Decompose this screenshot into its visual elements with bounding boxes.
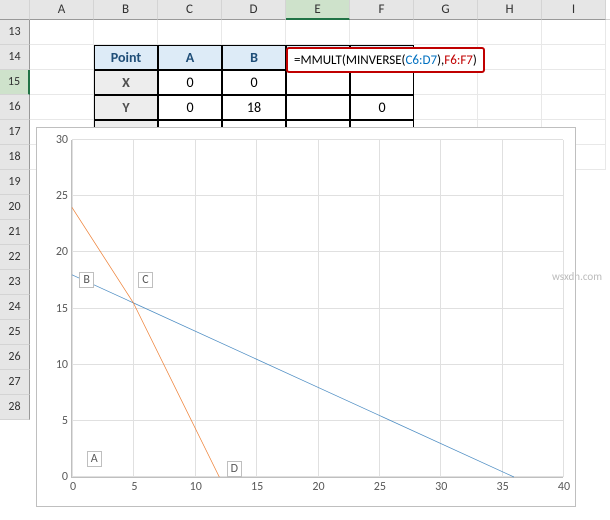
table-cell[interactable]: 0 bbox=[350, 95, 414, 120]
x-tick: 5 bbox=[131, 477, 137, 494]
x-tick: 10 bbox=[190, 477, 202, 494]
col-header-a[interactable]: A bbox=[30, 0, 94, 20]
col-header-e[interactable]: E bbox=[286, 0, 350, 20]
y-tick: 25 bbox=[44, 189, 72, 203]
active-cell[interactable] bbox=[286, 70, 350, 95]
row-header[interactable]: 15 bbox=[0, 70, 30, 95]
y-tick: 10 bbox=[44, 358, 72, 372]
y-tick: 15 bbox=[44, 302, 72, 316]
table-cell[interactable]: 0 bbox=[158, 70, 222, 95]
spreadsheet: A B C D E F G H I 13 14 15 16 17 18 19 2… bbox=[0, 0, 610, 520]
table-cell[interactable]: 18 bbox=[222, 95, 286, 120]
cell[interactable] bbox=[478, 20, 542, 45]
row-header[interactable]: 27 bbox=[0, 370, 30, 395]
x-tick: 0 bbox=[70, 477, 76, 494]
column-headers: A B C D E F G H I bbox=[0, 0, 610, 20]
row-header[interactable]: 16 bbox=[0, 95, 30, 120]
chart-lines bbox=[72, 140, 563, 477]
table-cell[interactable]: 0 bbox=[158, 95, 222, 120]
row-header[interactable]: 24 bbox=[0, 295, 30, 320]
y-tick: 0 bbox=[44, 470, 72, 484]
point-label-d: D bbox=[227, 461, 242, 477]
cell[interactable] bbox=[30, 20, 94, 45]
plot-area: 0 5 10 15 20 25 30 0 5 10 15 20 25 30 35… bbox=[71, 140, 563, 478]
point-label-c: C bbox=[138, 272, 152, 288]
row-header[interactable]: 19 bbox=[0, 170, 30, 195]
row-header[interactable]: 17 bbox=[0, 120, 30, 145]
y-tick: 30 bbox=[44, 133, 72, 147]
col-header-b[interactable]: B bbox=[94, 0, 158, 20]
col-header-g[interactable]: G bbox=[414, 0, 478, 20]
table-header-point[interactable]: Point bbox=[94, 45, 158, 70]
row-header[interactable]: 18 bbox=[0, 145, 30, 170]
x-tick: 25 bbox=[374, 477, 386, 494]
cell[interactable] bbox=[542, 20, 606, 45]
chart[interactable]: 0 5 10 15 20 25 30 0 5 10 15 20 25 30 35… bbox=[36, 127, 576, 507]
row-header[interactable]: 25 bbox=[0, 320, 30, 345]
table-row-label[interactable]: Y bbox=[94, 95, 158, 120]
x-tick: 30 bbox=[435, 477, 447, 494]
cell[interactable] bbox=[350, 20, 414, 45]
row-header[interactable]: 13 bbox=[0, 20, 30, 45]
cell[interactable] bbox=[286, 20, 350, 45]
row-header[interactable]: 22 bbox=[0, 245, 30, 270]
row-header[interactable]: 28 bbox=[0, 395, 30, 420]
point-label-b: B bbox=[79, 272, 94, 288]
row-header[interactable]: 14 bbox=[0, 45, 30, 70]
x-tick: 40 bbox=[558, 477, 570, 494]
formula-arg2: F6:F7 bbox=[444, 53, 473, 68]
cell[interactable] bbox=[542, 70, 606, 95]
formula-text: ) bbox=[473, 53, 477, 68]
col-header-h[interactable]: H bbox=[478, 0, 542, 20]
cell[interactable] bbox=[414, 70, 478, 95]
x-tick: 20 bbox=[312, 477, 324, 494]
cell[interactable] bbox=[542, 95, 606, 120]
table-header-a[interactable]: A bbox=[158, 45, 222, 70]
y-tick: 20 bbox=[44, 245, 72, 259]
row-header[interactable]: 23 bbox=[0, 270, 30, 295]
row-headers: 13 14 15 16 17 18 19 20 21 22 23 24 25 2… bbox=[0, 20, 30, 420]
x-tick: 35 bbox=[497, 477, 509, 494]
x-tick: 15 bbox=[251, 477, 263, 494]
watermark: wsxdn.com bbox=[552, 270, 602, 283]
cell[interactable] bbox=[478, 70, 542, 95]
table-cell[interactable]: 0 bbox=[222, 70, 286, 95]
cell[interactable] bbox=[414, 95, 478, 120]
table-row-label[interactable]: X bbox=[94, 70, 158, 95]
col-header-f[interactable]: F bbox=[350, 0, 414, 20]
formula-arg1: C6:D7 bbox=[406, 53, 438, 68]
cell[interactable] bbox=[30, 95, 94, 120]
row-header[interactable]: 20 bbox=[0, 195, 30, 220]
cell[interactable] bbox=[478, 45, 542, 70]
formula-overlay: =MMULT(MINVERSE(C6:D7),F6:F7) bbox=[286, 47, 485, 73]
cell[interactable] bbox=[30, 45, 94, 70]
cell[interactable] bbox=[30, 70, 94, 95]
formula-text: =MMULT(MINVERSE( bbox=[294, 53, 406, 68]
row-header[interactable]: 21 bbox=[0, 220, 30, 245]
cell[interactable] bbox=[158, 20, 222, 45]
cell[interactable] bbox=[94, 20, 158, 45]
table-header-b[interactable]: B bbox=[222, 45, 286, 70]
col-header-c[interactable]: C bbox=[158, 0, 222, 20]
col-header-d[interactable]: D bbox=[222, 0, 286, 20]
select-all-corner[interactable] bbox=[0, 0, 30, 20]
cell[interactable] bbox=[542, 45, 606, 70]
cell[interactable] bbox=[222, 20, 286, 45]
table-cell[interactable] bbox=[286, 95, 350, 120]
row-header[interactable]: 26 bbox=[0, 345, 30, 370]
cell[interactable] bbox=[414, 20, 478, 45]
col-header-i[interactable]: I bbox=[542, 0, 606, 20]
point-label-a: A bbox=[87, 451, 102, 467]
y-tick: 5 bbox=[44, 414, 72, 428]
table-cell[interactable] bbox=[350, 70, 414, 95]
cell[interactable] bbox=[478, 95, 542, 120]
